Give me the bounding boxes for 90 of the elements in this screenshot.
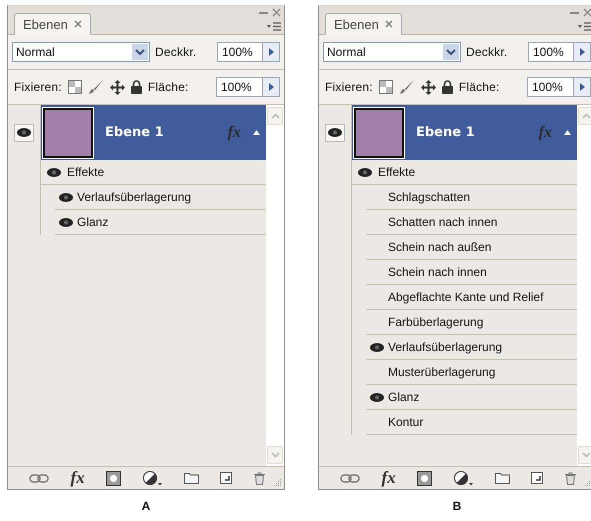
effect-item[interactable]: Schatten nach innen	[388, 215, 498, 229]
effect-item[interactable]: Schlagschatten	[388, 190, 470, 204]
menu-icon[interactable]	[267, 22, 281, 31]
visibility-toggle[interactable]	[14, 124, 34, 142]
effects-label[interactable]: Effekte	[67, 165, 104, 179]
lock-icon[interactable]	[442, 80, 453, 94]
lock-label: Fixieren:	[325, 80, 373, 94]
triangle-right-icon	[268, 48, 274, 56]
menu-icon[interactable]	[578, 22, 591, 31]
layers-tab[interactable]: Ebenen	[325, 13, 402, 35]
blend-mode-dropdown[interactable]: Normal	[12, 42, 150, 62]
eye-icon[interactable]	[370, 342, 384, 352]
effects-label[interactable]: Effekte	[378, 165, 416, 179]
fill-field[interactable]: 100%	[216, 77, 262, 97]
opacity-field[interactable]: 100%	[528, 42, 574, 62]
close-icon[interactable]	[272, 8, 281, 17]
minimize-icon[interactable]	[259, 12, 268, 15]
layer-thumbnail	[354, 108, 404, 158]
effect-item[interactable]: Farbüberlagerung	[388, 315, 484, 329]
eye-icon[interactable]	[370, 392, 384, 402]
triangle-right-icon	[580, 83, 584, 91]
effect-item[interactable]: Glanz	[388, 390, 420, 404]
fx-button[interactable]: fx	[70, 468, 85, 488]
effect-item[interactable]: Schein nach innen	[388, 265, 487, 279]
mask-icon[interactable]	[417, 470, 432, 486]
visibility-toggle[interactable]	[325, 124, 345, 142]
eye-icon[interactable]	[358, 168, 372, 176]
link-icon[interactable]	[340, 474, 360, 482]
close-icon[interactable]	[583, 8, 591, 17]
opacity-label: Deckkr.	[466, 45, 508, 59]
effect-item[interactable]: Schein nach außen	[388, 240, 492, 254]
effect-item[interactable]: Glanz	[77, 215, 108, 229]
layers-tab[interactable]: Ebenen	[14, 13, 91, 35]
move-icon[interactable]	[110, 80, 125, 94]
opacity-label: Deckkr.	[155, 45, 196, 59]
move-icon[interactable]	[420, 80, 436, 94]
effect-item[interactable]: Kontur	[388, 415, 424, 429]
new-layer-icon[interactable]	[220, 472, 232, 484]
eye-icon	[328, 128, 342, 137]
opacity-field[interactable]: 100%	[217, 42, 263, 62]
chevron-down-icon	[443, 44, 459, 60]
chevron-down-icon	[582, 452, 590, 458]
effect-item[interactable]: Verlaufsüberlagerung	[388, 340, 502, 354]
chevron-down-icon	[132, 44, 148, 60]
layer-row[interactable]: Ebene 1 fx	[41, 105, 266, 160]
trash-icon[interactable]	[565, 472, 576, 484]
expand-triangle-icon[interactable]	[253, 130, 260, 135]
lock-icon[interactable]	[130, 80, 142, 94]
chevron-up-icon	[270, 113, 280, 119]
fill-field[interactable]: 100%	[527, 77, 573, 97]
link-icon[interactable]	[28, 474, 49, 482]
new-layer-icon[interactable]	[531, 472, 544, 484]
eye-icon[interactable]	[59, 192, 73, 202]
slider-button[interactable]	[573, 42, 591, 62]
folder-icon[interactable]	[494, 472, 510, 484]
chevron-down-icon	[270, 452, 280, 458]
figure-caption: B	[452, 499, 462, 513]
chevron-up-icon	[582, 113, 590, 119]
fill-label: Fläche:	[148, 80, 189, 94]
slider-button[interactable]	[573, 77, 591, 97]
close-icon[interactable]	[74, 20, 82, 28]
figure-caption: A	[140, 499, 152, 513]
mask-icon[interactable]	[106, 470, 122, 486]
triangle-right-icon	[580, 48, 584, 56]
effect-item[interactable]: Musterüberlagerung	[388, 365, 496, 379]
eye-icon[interactable]	[59, 218, 73, 226]
lock-label: Fixieren:	[14, 80, 62, 94]
layer-thumbnail	[43, 108, 93, 158]
minimize-icon[interactable]	[570, 12, 579, 15]
lock-transparency-icon[interactable]	[68, 80, 82, 94]
blend-mode-dropdown[interactable]: Normal	[323, 42, 461, 62]
slider-button[interactable]	[262, 77, 280, 97]
fx-button[interactable]: fx	[382, 468, 396, 488]
slider-button[interactable]	[262, 42, 280, 62]
triangle-right-icon	[268, 83, 274, 91]
layer-row[interactable]: Ebene 1 fx	[352, 105, 577, 160]
fill-label: Fläche:	[458, 80, 500, 94]
half-circle-icon[interactable]	[454, 470, 474, 486]
trash-icon[interactable]	[254, 472, 266, 484]
eye-icon[interactable]	[47, 168, 61, 176]
half-circle-icon[interactable]	[143, 470, 162, 486]
close-icon[interactable]	[384, 20, 393, 28]
expand-triangle-icon[interactable]	[564, 130, 571, 135]
fx-label: fx	[228, 124, 241, 142]
effect-item[interactable]: Verlaufsüberlagerung	[77, 190, 192, 204]
lock-transparency-icon[interactable]	[378, 80, 393, 94]
folder-icon[interactable]	[184, 472, 199, 484]
effect-item[interactable]: Abgeflachte Kante und Relief	[388, 290, 544, 304]
fx-label: fx	[538, 124, 552, 142]
eye-icon	[17, 128, 31, 137]
